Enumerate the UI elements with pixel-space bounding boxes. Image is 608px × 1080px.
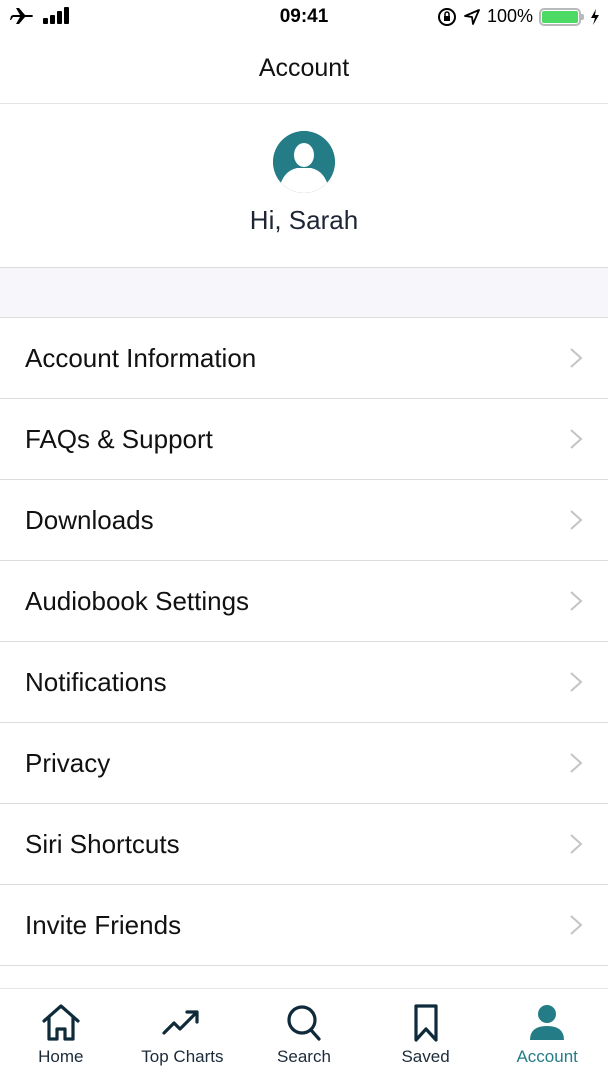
account-icon — [530, 1005, 565, 1040]
menu-item-notifications[interactable]: Notifications — [0, 642, 608, 723]
location-icon — [464, 8, 480, 25]
user-avatar-icon[interactable] — [273, 131, 335, 193]
settings-menu: Account Information FAQs & Support Downl… — [0, 318, 608, 966]
page-title: Account — [258, 54, 350, 82]
navigation-bar: Account — [0, 34, 608, 104]
chevron-right-icon — [570, 672, 583, 692]
chevron-right-icon — [570, 429, 583, 449]
chevron-right-icon — [570, 753, 583, 773]
menu-item-privacy[interactable]: Privacy — [0, 723, 608, 804]
tab-saved[interactable]: Saved — [365, 989, 487, 1080]
menu-item-label: FAQs & Support — [25, 423, 213, 454]
tab-label: Search — [277, 1047, 331, 1066]
menu-item-account-information[interactable]: Account Information — [0, 318, 608, 399]
menu-item-faqs-support[interactable]: FAQs & Support — [0, 399, 608, 480]
search-icon — [287, 1005, 321, 1041]
section-spacer — [0, 268, 608, 318]
chevron-right-icon — [570, 915, 583, 935]
menu-item-label: Siri Shortcuts — [25, 828, 180, 859]
menu-item-label: Account Information — [25, 342, 257, 373]
menu-item-downloads[interactable]: Downloads — [0, 480, 608, 561]
tab-label: Account — [516, 1047, 578, 1066]
tab-top-charts[interactable]: Top Charts — [122, 989, 244, 1080]
menu-item-invite-friends[interactable]: Invite Friends — [0, 885, 608, 966]
profile-header: Hi, Sarah — [0, 104, 608, 268]
chevron-right-icon — [570, 348, 583, 368]
menu-item-audiobook-settings[interactable]: Audiobook Settings — [0, 561, 608, 642]
tab-home[interactable]: Home — [0, 989, 122, 1080]
tab-label: Top Charts — [141, 1047, 224, 1066]
greeting-text: Hi, Sarah — [249, 205, 359, 235]
tab-label: Saved — [401, 1047, 450, 1066]
chevron-right-icon — [570, 591, 583, 611]
menu-item-label: Privacy — [25, 747, 111, 778]
tab-label: Home — [38, 1047, 84, 1066]
charging-icon — [591, 8, 599, 25]
orientation-lock-icon — [437, 7, 456, 26]
chevron-right-icon — [570, 834, 583, 854]
home-icon — [42, 1004, 80, 1041]
bookmark-icon — [413, 1004, 438, 1042]
tab-search[interactable]: Search — [243, 989, 365, 1080]
menu-item-label: Notifications — [25, 666, 167, 697]
status-bar: 09:41 100% — [0, 0, 608, 34]
tab-bar: Home Top Charts Search Saved Account — [0, 988, 608, 1080]
menu-item-label: Audiobook Settings — [25, 585, 250, 616]
battery-percent: 100% — [486, 6, 533, 26]
tab-account[interactable]: Account — [486, 989, 608, 1080]
trending-icon — [162, 1010, 199, 1035]
menu-item-label: Downloads — [25, 504, 154, 535]
battery-icon — [539, 7, 584, 26]
chevron-right-icon — [570, 510, 583, 530]
menu-item-siri-shortcuts[interactable]: Siri Shortcuts — [0, 804, 608, 885]
menu-item-label: Invite Friends — [25, 909, 182, 940]
